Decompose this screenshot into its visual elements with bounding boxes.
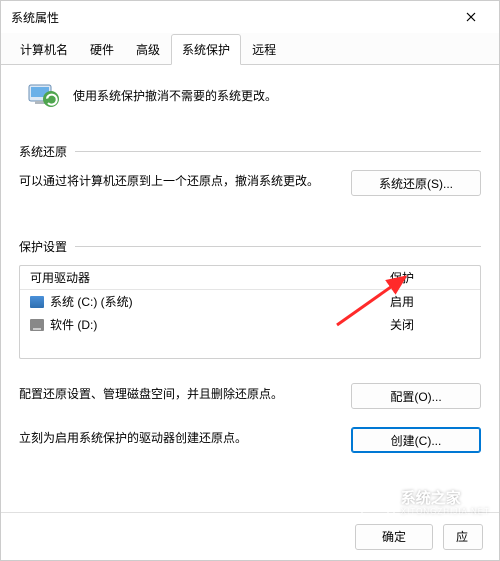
- drive-table-header: 可用驱动器 保护: [20, 266, 480, 290]
- restore-row: 可以通过将计算机还原到上一个还原点，撤消系统更改。 系统还原(S)...: [19, 170, 481, 196]
- close-button[interactable]: [451, 3, 491, 31]
- drive-row-c[interactable]: 系统 (C:) (系统) 启用: [20, 290, 480, 313]
- section-protection-header: 保护设置: [19, 238, 481, 255]
- system-restore-button[interactable]: 系统还原(S)...: [351, 170, 481, 196]
- tab-computer-name[interactable]: 计算机名: [9, 34, 79, 65]
- drive-status: 启用: [390, 293, 470, 310]
- intro-row: 使用系统保护撤消不需要的系统更改。: [19, 77, 481, 113]
- titlebar: 系统属性: [1, 1, 499, 33]
- restore-description: 可以通过将计算机还原到上一个还原点，撤消系统更改。: [19, 170, 335, 191]
- cancel-button[interactable]: 应: [443, 524, 483, 550]
- drive-row-d[interactable]: 软件 (D:) 关闭: [20, 313, 480, 336]
- configure-row: 配置还原设置、管理磁盘空间，并且删除还原点。 配置(O)...: [19, 383, 481, 409]
- tab-advanced[interactable]: 高级: [125, 34, 171, 65]
- tab-content: 使用系统保护撤消不需要的系统更改。 系统还原 可以通过将计算机还原到上一个还原点…: [1, 65, 499, 512]
- section-restore-label: 系统还原: [19, 143, 67, 160]
- system-protection-icon: [25, 77, 61, 113]
- intro-text: 使用系统保护撤消不需要的系统更改。: [73, 87, 277, 104]
- configure-button[interactable]: 配置(O)...: [351, 383, 481, 409]
- drive-name: 软件 (D:): [50, 316, 97, 333]
- tab-system-protection[interactable]: 系统保护: [171, 34, 241, 65]
- section-restore-header: 系统还原: [19, 143, 481, 160]
- tab-bar: 计算机名 硬件 高级 系统保护 远程: [1, 33, 499, 65]
- col-status-header: 保护: [390, 269, 470, 286]
- drive-table: 可用驱动器 保护 系统 (C:) (系统) 启用 软件 (D:) 关闭: [19, 265, 481, 359]
- create-row: 立刻为启用系统保护的驱动器创建还原点。 创建(C)...: [19, 427, 481, 453]
- create-description: 立刻为启用系统保护的驱动器创建还原点。: [19, 427, 335, 448]
- drive-system-icon: [30, 296, 44, 308]
- ok-button[interactable]: 确定: [355, 524, 433, 550]
- tab-remote[interactable]: 远程: [241, 34, 287, 65]
- drive-hdd-icon: [30, 319, 44, 331]
- divider: [75, 151, 481, 152]
- window-title: 系统属性: [11, 9, 59, 26]
- drive-name: 系统 (C:) (系统): [50, 293, 133, 310]
- close-icon: [466, 9, 476, 25]
- create-button[interactable]: 创建(C)...: [351, 427, 481, 453]
- section-protection-label: 保护设置: [19, 238, 67, 255]
- col-drive-header: 可用驱动器: [30, 269, 390, 286]
- tab-hardware[interactable]: 硬件: [79, 34, 125, 65]
- system-properties-window: 系统属性 计算机名 硬件 高级 系统保护 远程: [0, 0, 500, 561]
- configure-description: 配置还原设置、管理磁盘空间，并且删除还原点。: [19, 383, 335, 404]
- divider: [75, 246, 481, 247]
- drive-status: 关闭: [390, 316, 470, 333]
- dialog-footer: 确定 应: [1, 512, 499, 560]
